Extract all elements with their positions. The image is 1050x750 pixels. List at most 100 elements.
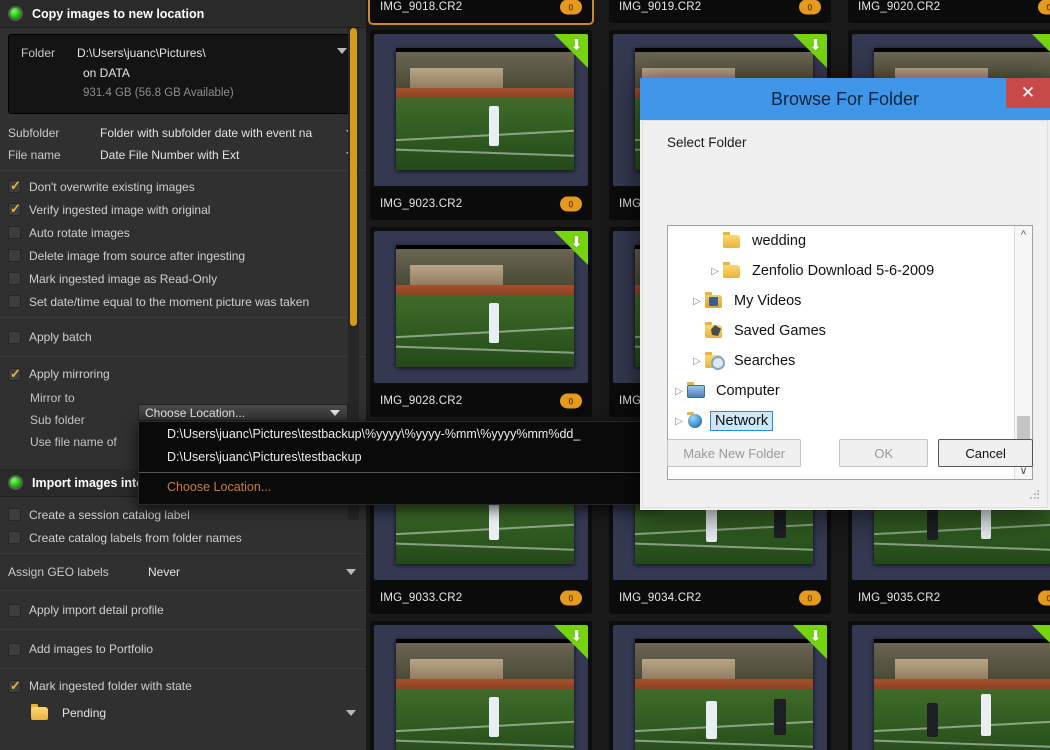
expand-arrow-icon[interactable]: ▷ <box>690 296 704 307</box>
thumbnail-filename: IMG_9023.CR2 <box>380 198 463 210</box>
folder-state-value: Pending <box>62 706 107 720</box>
cancel-button[interactable]: Cancel <box>938 439 1033 467</box>
thumbnail-cell[interactable]: IMG_9018.CR2 0 <box>368 0 594 25</box>
import-option-label: Create catalog labels from folder names <box>29 530 242 545</box>
folder-tree-item[interactable]: wedding <box>668 226 1032 256</box>
folder-tree-item[interactable]: ▷ Network <box>668 406 1032 436</box>
apply-mirroring-checkbox[interactable] <box>8 366 21 382</box>
scroll-up-icon[interactable]: ^ <box>1015 226 1032 244</box>
expand-arrow-icon[interactable]: ▷ <box>672 416 686 427</box>
import-option-checkbox[interactable] <box>8 531 21 544</box>
dialog-body: Select Folder wedding ▷ Zenfolio Download … <box>642 120 1048 508</box>
copy-option-row[interactable]: Set date/time equal to the moment pictur… <box>0 290 366 313</box>
mark-ingested-folder-checkbox[interactable] <box>8 678 21 694</box>
add-images-to-portfolio-row[interactable]: Add images to Portfolio <box>0 634 366 664</box>
add-images-to-portfolio-label: Add images to Portfolio <box>29 642 154 656</box>
folder-tree-item[interactable]: Saved Games <box>668 316 1032 346</box>
thumbnail-cell[interactable]: ⬇ IMG_9023.CR2 0 <box>370 30 592 220</box>
folder-tree-item[interactable]: ▷ My Videos <box>668 286 1032 316</box>
folder-tree-item[interactable]: ▷ Computer <box>668 376 1032 406</box>
import-option-checkbox[interactable] <box>8 508 21 521</box>
thumbnail-rating-badge[interactable]: 0 <box>1038 0 1050 15</box>
download-arrow-icon: ⬇ <box>809 628 822 645</box>
mirror-location-menu-item[interactable]: D:\Users\juanc\Pictures\testbackup\%yyyy… <box>139 422 657 445</box>
thumbnail-image <box>874 639 1050 750</box>
add-images-to-portfolio-checkbox[interactable] <box>8 642 21 656</box>
chevron-down-icon[interactable] <box>346 710 356 716</box>
mark-ingested-folder-row[interactable]: Mark ingested folder with state <box>0 673 366 699</box>
thumbnail-cell[interactable]: IMG_9019.CR2 0 <box>609 0 831 23</box>
copy-option-row[interactable]: Verify ingested image with original <box>0 198 366 221</box>
folder-path-value: D:\Users\juanc\Pictures\ <box>77 46 206 60</box>
thumbnail-caption: IMG_9028.CR2 0 <box>370 385 592 417</box>
thumbnail-rating-badge[interactable]: 0 <box>799 0 821 15</box>
mirror-location-dropdown-button[interactable]: Choose Location... <box>138 404 348 421</box>
divider <box>0 356 366 357</box>
copy-option-label: Delete image from source after ingesting <box>29 248 246 263</box>
apply-import-detail-profile-row[interactable]: Apply import detail profile <box>0 595 366 625</box>
thumbnail-image <box>396 245 574 367</box>
thumbnail-rating-badge[interactable]: 0 <box>560 393 582 409</box>
folder-state-select[interactable]: Pending <box>0 699 366 727</box>
import-option-row[interactable]: Create catalog labels from folder names <box>0 526 366 549</box>
panel-scrollbar-thumb[interactable] <box>350 28 357 326</box>
expand-arrow-icon[interactable]: ▷ <box>690 356 704 367</box>
thumbnail-rating-badge[interactable]: 0 <box>560 196 582 212</box>
filename-select[interactable]: File name Date File Number with Ext <box>0 144 366 166</box>
copy-option-row[interactable]: Delete image from source after ingesting <box>0 244 366 267</box>
apply-batch-row[interactable]: Apply batch <box>0 322 366 352</box>
filename-label: File name <box>8 148 61 162</box>
folder-tree-item-label: Saved Games <box>734 323 826 339</box>
thumbnail-caption: IMG_9034.CR2 0 <box>609 582 831 614</box>
assign-geo-labels-select[interactable]: Assign GEO labels Never <box>0 558 366 586</box>
thumbnail-filename: IMG_9033.CR2 <box>380 592 463 604</box>
choose-location-menu-item[interactable]: Choose Location... <box>139 475 657 498</box>
folder-label: Folder <box>21 46 56 60</box>
thumbnail-rating-badge[interactable]: 0 <box>560 0 582 15</box>
copy-option-label: Mark ingested image as Read-Only <box>29 271 218 286</box>
thumbnail-cell[interactable]: IMG_9020.CR2 0 <box>848 0 1050 23</box>
menu-separator <box>139 472 657 473</box>
import-option-row[interactable]: Create a session catalog label <box>0 503 366 526</box>
thumbnail-cell[interactable]: ⬇ <box>609 621 831 750</box>
copy-option-checkbox[interactable] <box>8 272 21 285</box>
folder-tree-item-label: My Videos <box>734 293 802 309</box>
copy-option-checkbox[interactable] <box>8 295 21 308</box>
copy-option-checkbox[interactable] <box>8 201 21 217</box>
expand-arrow-icon[interactable]: ▷ <box>672 386 686 397</box>
thumbnail-caption: IMG_9033.CR2 0 <box>370 582 592 614</box>
copy-option-row[interactable]: Don't overwrite existing images <box>0 175 366 198</box>
apply-import-detail-profile-checkbox[interactable] <box>8 603 21 617</box>
thumbnail-caption: IMG_9020.CR2 0 <box>848 0 1050 23</box>
section-header-copy-images[interactable]: Copy images to new location <box>0 0 366 28</box>
thumbnail-rating-badge[interactable]: 0 <box>799 590 821 606</box>
copy-option-checkbox[interactable] <box>8 226 21 239</box>
subfolder-select[interactable]: Subfolder Folder with subfolder date wit… <box>0 122 366 144</box>
chevron-down-icon[interactable] <box>346 569 356 575</box>
browse-for-folder-dialog[interactable]: Browse For Folder ✕ Select Folder weddin… <box>640 78 1050 510</box>
chevron-down-icon[interactable] <box>337 48 347 54</box>
thumbnail-rating-badge[interactable]: 0 <box>560 590 582 606</box>
copy-option-checkbox[interactable] <box>8 249 21 262</box>
apply-batch-label: Apply batch <box>29 330 92 344</box>
thumbnail-rating-badge[interactable]: 0 <box>1038 590 1050 606</box>
copy-option-row[interactable]: Mark ingested image as Read-Only <box>0 267 366 290</box>
copy-option-checkbox[interactable] <box>8 178 21 194</box>
thumbnail-cell[interactable]: ⬇ <box>848 621 1050 750</box>
thumbnail-cell[interactable]: ⬇ <box>370 621 592 750</box>
mirror-location-dropdown-menu[interactable]: D:\Users\juanc\Pictures\testbackup\%yyyy… <box>138 421 658 505</box>
video-folder-icon <box>704 292 724 309</box>
mirror-location-menu-item[interactable]: D:\Users\juanc\Pictures\testbackup <box>139 445 657 468</box>
apply-batch-checkbox[interactable] <box>8 330 21 344</box>
folder-tree-item[interactable]: ▷ Zenfolio Download 5-6-2009 <box>668 256 1032 286</box>
folder-tree-item[interactable]: ▷ Searches <box>668 346 1032 376</box>
apply-mirroring-row[interactable]: Apply mirroring <box>0 361 366 387</box>
make-new-folder-button[interactable]: Make New Folder <box>667 439 802 467</box>
ok-button[interactable]: OK <box>839 439 929 467</box>
resize-grip-icon[interactable] <box>1029 489 1041 501</box>
expand-arrow-icon[interactable]: ▷ <box>708 266 722 277</box>
destination-folder-box[interactable]: Folder D:\Users\juanc\Pictures\ on DATA … <box>8 34 358 114</box>
close-icon[interactable]: ✕ <box>1006 78 1050 108</box>
thumbnail-cell[interactable]: ⬇ IMG_9028.CR2 0 <box>370 227 592 417</box>
copy-option-row[interactable]: Auto rotate images <box>0 221 366 244</box>
